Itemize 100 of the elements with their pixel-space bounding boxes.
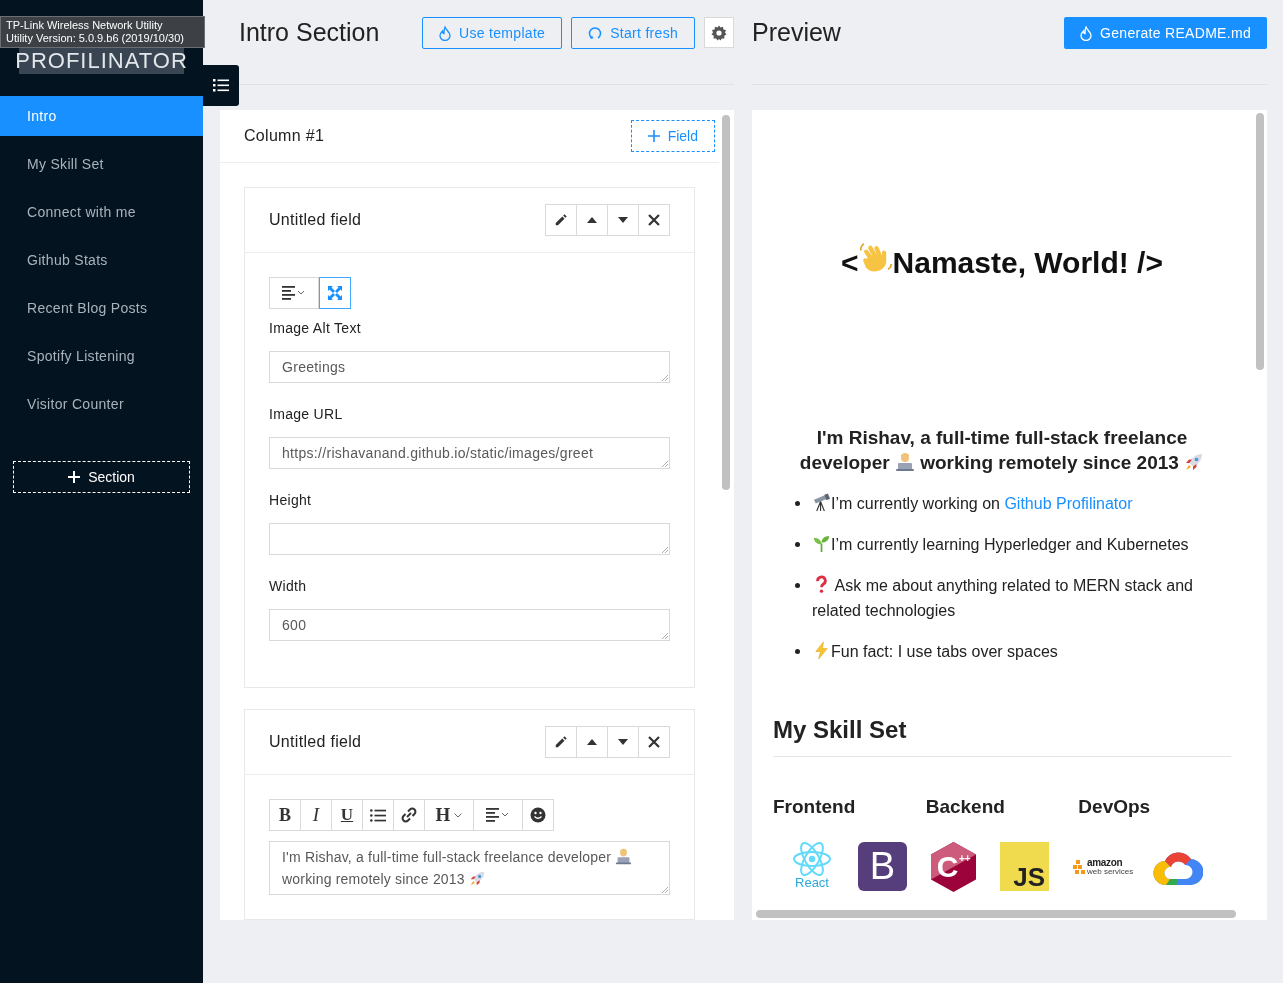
bold-button[interactable]: B <box>269 799 301 831</box>
move-up-button[interactable] <box>576 726 608 758</box>
input-field[interactable]: 600 <box>269 609 670 641</box>
bootstrap-logo: B <box>858 842 907 891</box>
flame-icon <box>1080 25 1093 41</box>
list-icon <box>370 808 386 822</box>
preview-intro: I'm Rishav, a full-time full-stack freelance developer working remotely since 2013 <box>752 425 1252 475</box>
refresh-icon <box>588 26 603 40</box>
category-label: Frontend <box>773 795 857 819</box>
sidebar-item[interactable]: Github Stats <box>0 240 203 280</box>
caret-down-icon <box>618 217 628 223</box>
close-button[interactable] <box>638 204 670 236</box>
caret-up-icon <box>587 217 597 223</box>
text-area[interactable]: I'm Rishav, a full-time full-stack freelance developer working remotely since 2013 <box>269 841 670 895</box>
align-left-icon <box>282 286 306 300</box>
underline-button[interactable]: U <box>331 799 363 831</box>
sidebar-item[interactable]: Connect with me <box>0 192 203 232</box>
expand-button[interactable] <box>319 277 351 309</box>
field-label: Height <box>269 491 313 510</box>
lightning-icon <box>812 641 831 660</box>
pencil-icon <box>554 735 568 749</box>
preview-heading: < Namaste, World! /> <box>752 240 1252 285</box>
move-down-button[interactable] <box>607 204 639 236</box>
pencil-icon <box>554 213 568 227</box>
hexagon-icon <box>931 841 976 892</box>
settings-button[interactable] <box>704 17 734 48</box>
coder-icon <box>894 452 915 472</box>
link-icon <box>401 807 417 823</box>
bullet-icon <box>795 649 800 654</box>
rocket-icon <box>468 870 486 887</box>
telescope-icon <box>812 493 831 512</box>
smiley-icon <box>530 807 546 823</box>
move-down-button[interactable] <box>607 726 639 758</box>
field-title: Untitled field <box>269 732 362 752</box>
flame-icon <box>439 25 452 41</box>
edit-button[interactable] <box>545 726 577 758</box>
chevron-down-icon <box>454 812 463 818</box>
menu-toggle-button[interactable] <box>203 65 239 106</box>
sidebar-item[interactable]: Recent Blog Posts <box>0 288 203 328</box>
preview-title: Preview <box>752 17 841 48</box>
plus-icon <box>68 471 81 483</box>
expand-icon <box>328 286 342 300</box>
logo-text: C <box>936 851 959 882</box>
heading-dropdown[interactable]: H <box>424 799 474 831</box>
close-icon <box>648 736 660 748</box>
link-button[interactable] <box>393 799 425 831</box>
field-label: Image Alt Text <box>269 319 362 338</box>
add-section-button[interactable]: Section <box>13 461 190 493</box>
scrollbar[interactable] <box>1255 113 1264 370</box>
align-dropdown[interactable] <box>473 799 523 831</box>
scrollbar[interactable] <box>756 910 1236 918</box>
field-label: Width <box>269 577 308 596</box>
menu-icon <box>213 79 229 92</box>
bullet-icon <box>795 583 800 588</box>
sidebar-item[interactable]: Visitor Counter <box>0 384 203 424</box>
sidebar-item[interactable]: My Skill Set <box>0 144 203 184</box>
resize-handle-icon <box>662 461 668 467</box>
bullet-icon <box>795 501 800 506</box>
close-icon <box>648 214 660 226</box>
italic-button[interactable]: I <box>300 799 332 831</box>
sidebar-item[interactable]: Spotify Listening <box>0 336 203 376</box>
input-field[interactable] <box>269 523 670 555</box>
list-button[interactable] <box>362 799 394 831</box>
resize-handle-icon <box>662 375 668 381</box>
category-label: Backend <box>925 795 1006 819</box>
caret-up-icon <box>587 739 597 745</box>
logo-text: ++ <box>959 853 971 864</box>
list-item-text: I’m currently working on Github Profilinator <box>812 491 1133 516</box>
field-label: Image URL <box>269 405 344 424</box>
logo-text: React <box>795 875 829 890</box>
input-field[interactable]: https://rishavanand.github.io/static/images/greet <box>269 437 670 469</box>
bullet-icon <box>795 542 800 547</box>
input-field[interactable]: Greetings <box>269 351 670 383</box>
resize-handle-icon <box>662 547 668 553</box>
close-button[interactable] <box>638 726 670 758</box>
section-title: Intro Section <box>239 17 381 48</box>
field-title: Untitled field <box>269 210 362 230</box>
list-item-text: I’m currently learning Hyperledger and Kubernetes <box>812 532 1189 557</box>
column-title: Column #1 <box>244 126 325 146</box>
seedling-icon <box>812 534 831 553</box>
list-item-text: Ask me about anything related to MERN stack and related technologies <box>812 574 1194 621</box>
coder-icon <box>615 848 633 865</box>
rocket-icon <box>1184 452 1205 472</box>
resize-handle-icon <box>662 887 668 893</box>
atom-icon <box>792 841 832 876</box>
align-dropdown[interactable] <box>269 277 319 309</box>
move-up-button[interactable] <box>576 204 608 236</box>
list-item-text: Fun fact: I use tabs over spaces <box>812 639 1058 664</box>
plus-icon <box>647 130 660 142</box>
resize-handle-icon <box>662 633 668 639</box>
category-label: DevOps <box>1078 795 1152 819</box>
caret-down-icon <box>618 739 628 745</box>
js-logo: JS <box>1000 842 1049 891</box>
emoji-button[interactable] <box>522 799 554 831</box>
scrollbar[interactable] <box>722 115 730 490</box>
align-left-icon <box>486 808 510 822</box>
settings-icon <box>711 24 728 41</box>
boxes-icon <box>1073 859 1085 874</box>
skills-heading: My Skill Set <box>773 712 1231 757</box>
edit-button[interactable] <box>545 204 577 236</box>
